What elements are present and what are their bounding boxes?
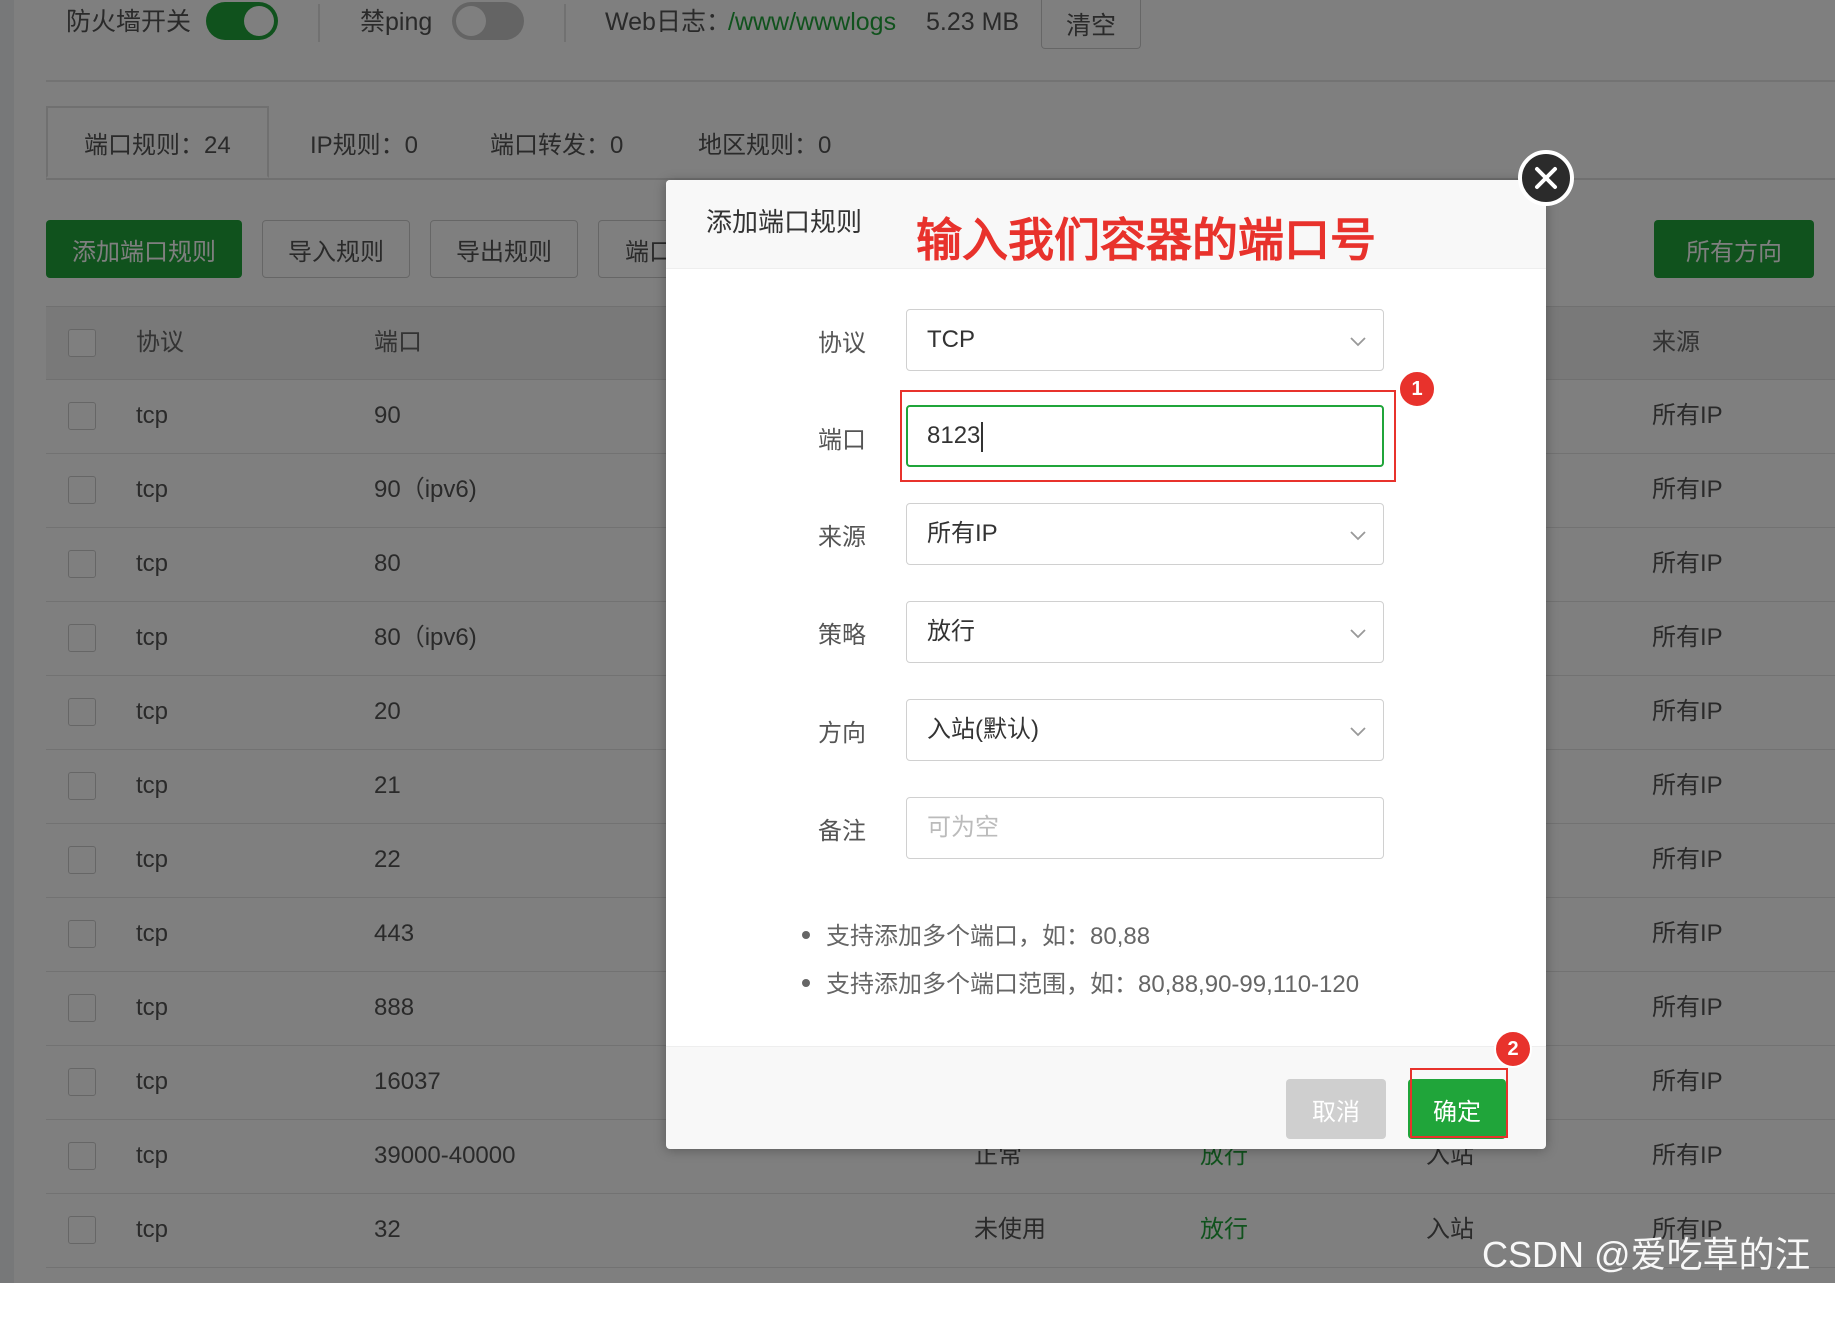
protocol-value: TCP	[927, 326, 975, 353]
direction-label: 方向	[818, 720, 866, 747]
source-label: 来源	[818, 524, 866, 551]
bullet	[802, 978, 810, 987]
chevron-down-icon	[1350, 727, 1366, 737]
tip-item: 支持添加多个端口，如：80,88	[802, 916, 1150, 951]
direction-select[interactable]: 入站(默认)	[906, 699, 1384, 761]
dialog-title: 添加端口规则	[706, 207, 863, 237]
tip-text: 支持添加多个端口，如：80,88	[826, 923, 1151, 950]
add-port-rule-dialog: 添加端口规则 输入我们容器的端口号 协议 TCP 端口 8123 来源 所有IP…	[666, 180, 1546, 1149]
annotation-text: 输入我们容器的端口号	[916, 214, 1376, 266]
source-select[interactable]: 所有IP	[906, 503, 1384, 565]
policy-value: 放行	[927, 618, 975, 645]
close-icon	[1535, 167, 1557, 189]
firewall-page: 防火墙开关 禁ping Web日志： /www/wwwlogs 5.23 MB …	[0, 0, 1835, 1327]
tip-text: 支持添加多个端口范围，如：80,88,90-99,110-120	[826, 971, 1360, 998]
remark-input[interactable]: 可为空	[906, 797, 1384, 859]
policy-label: 策略	[818, 622, 866, 649]
dialog-header: 添加端口规则 输入我们容器的端口号	[666, 180, 1546, 269]
remark-label: 备注	[818, 818, 866, 845]
close-dialog-button[interactable]	[1518, 150, 1574, 206]
cancel-button[interactable]: 取消	[1286, 1079, 1386, 1139]
policy-select[interactable]: 放行	[906, 601, 1384, 663]
annotation-badge-1: 1	[1398, 370, 1436, 408]
protocol-select[interactable]: TCP	[906, 309, 1384, 371]
port-label: 端口	[818, 427, 866, 454]
chevron-down-icon	[1350, 531, 1366, 541]
direction-value: 入站(默认)	[927, 716, 1039, 743]
protocol-label: 协议	[818, 330, 866, 357]
remark-placeholder: 可为空	[927, 814, 999, 841]
watermark: CSDN @爱吃草的汪汪	[1482, 1234, 1811, 1327]
annotation-box-port	[900, 390, 1396, 482]
tip-item: 支持添加多个端口范围，如：80,88,90-99,110-120	[802, 964, 1359, 999]
chevron-down-icon	[1350, 629, 1366, 639]
chevron-down-icon	[1350, 337, 1366, 347]
annotation-box-confirm	[1410, 1068, 1508, 1138]
source-value: 所有IP	[927, 520, 998, 547]
bullet	[802, 930, 810, 939]
annotation-badge-2: 2	[1494, 1030, 1532, 1068]
